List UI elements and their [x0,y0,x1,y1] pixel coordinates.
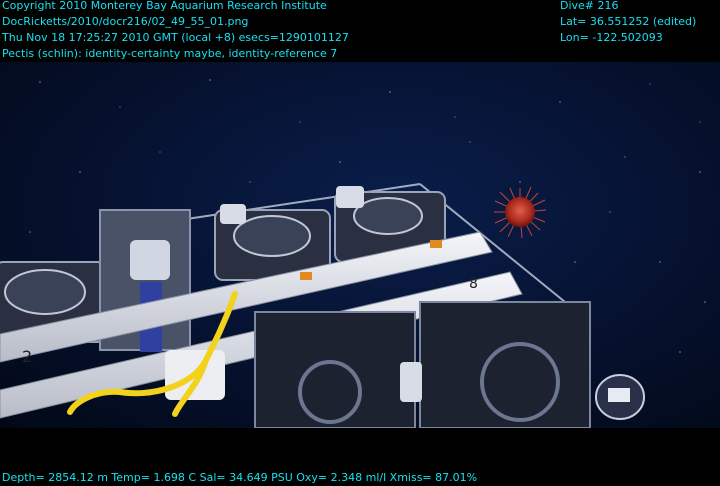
longitude-text: Lon= -122.502093 [560,31,663,44]
tray-label-7: 7 [335,315,345,334]
sensor-readout: Depth= 2854.12 m Temp= 1.698 C Sal= 34.6… [2,471,478,484]
dive-number: Dive# 216 [560,0,619,12]
tray-label-2: 2 [22,347,32,366]
red-organism [494,186,547,239]
filename-text: DocRicketts/2010/docr216/02_49_55_01.png [2,15,249,28]
lower-equipment [254,301,645,428]
timestamp-text: Thu Nov 18 17:25:27 2010 GMT (local +8) … [2,31,349,44]
copyright-text: Copyright 2010 Monterey Bay Aquarium Res… [2,0,327,12]
scene-illustration: 2 7 8 [0,79,706,428]
latitude-text: Lat= 36.551252 (edited) [560,15,697,28]
underwater-scene: 2 7 8 [0,62,720,428]
tray-label-8: 8 [469,276,478,292]
annotation-text: Pectis (schlin): identity-certainty mayb… [2,47,338,60]
